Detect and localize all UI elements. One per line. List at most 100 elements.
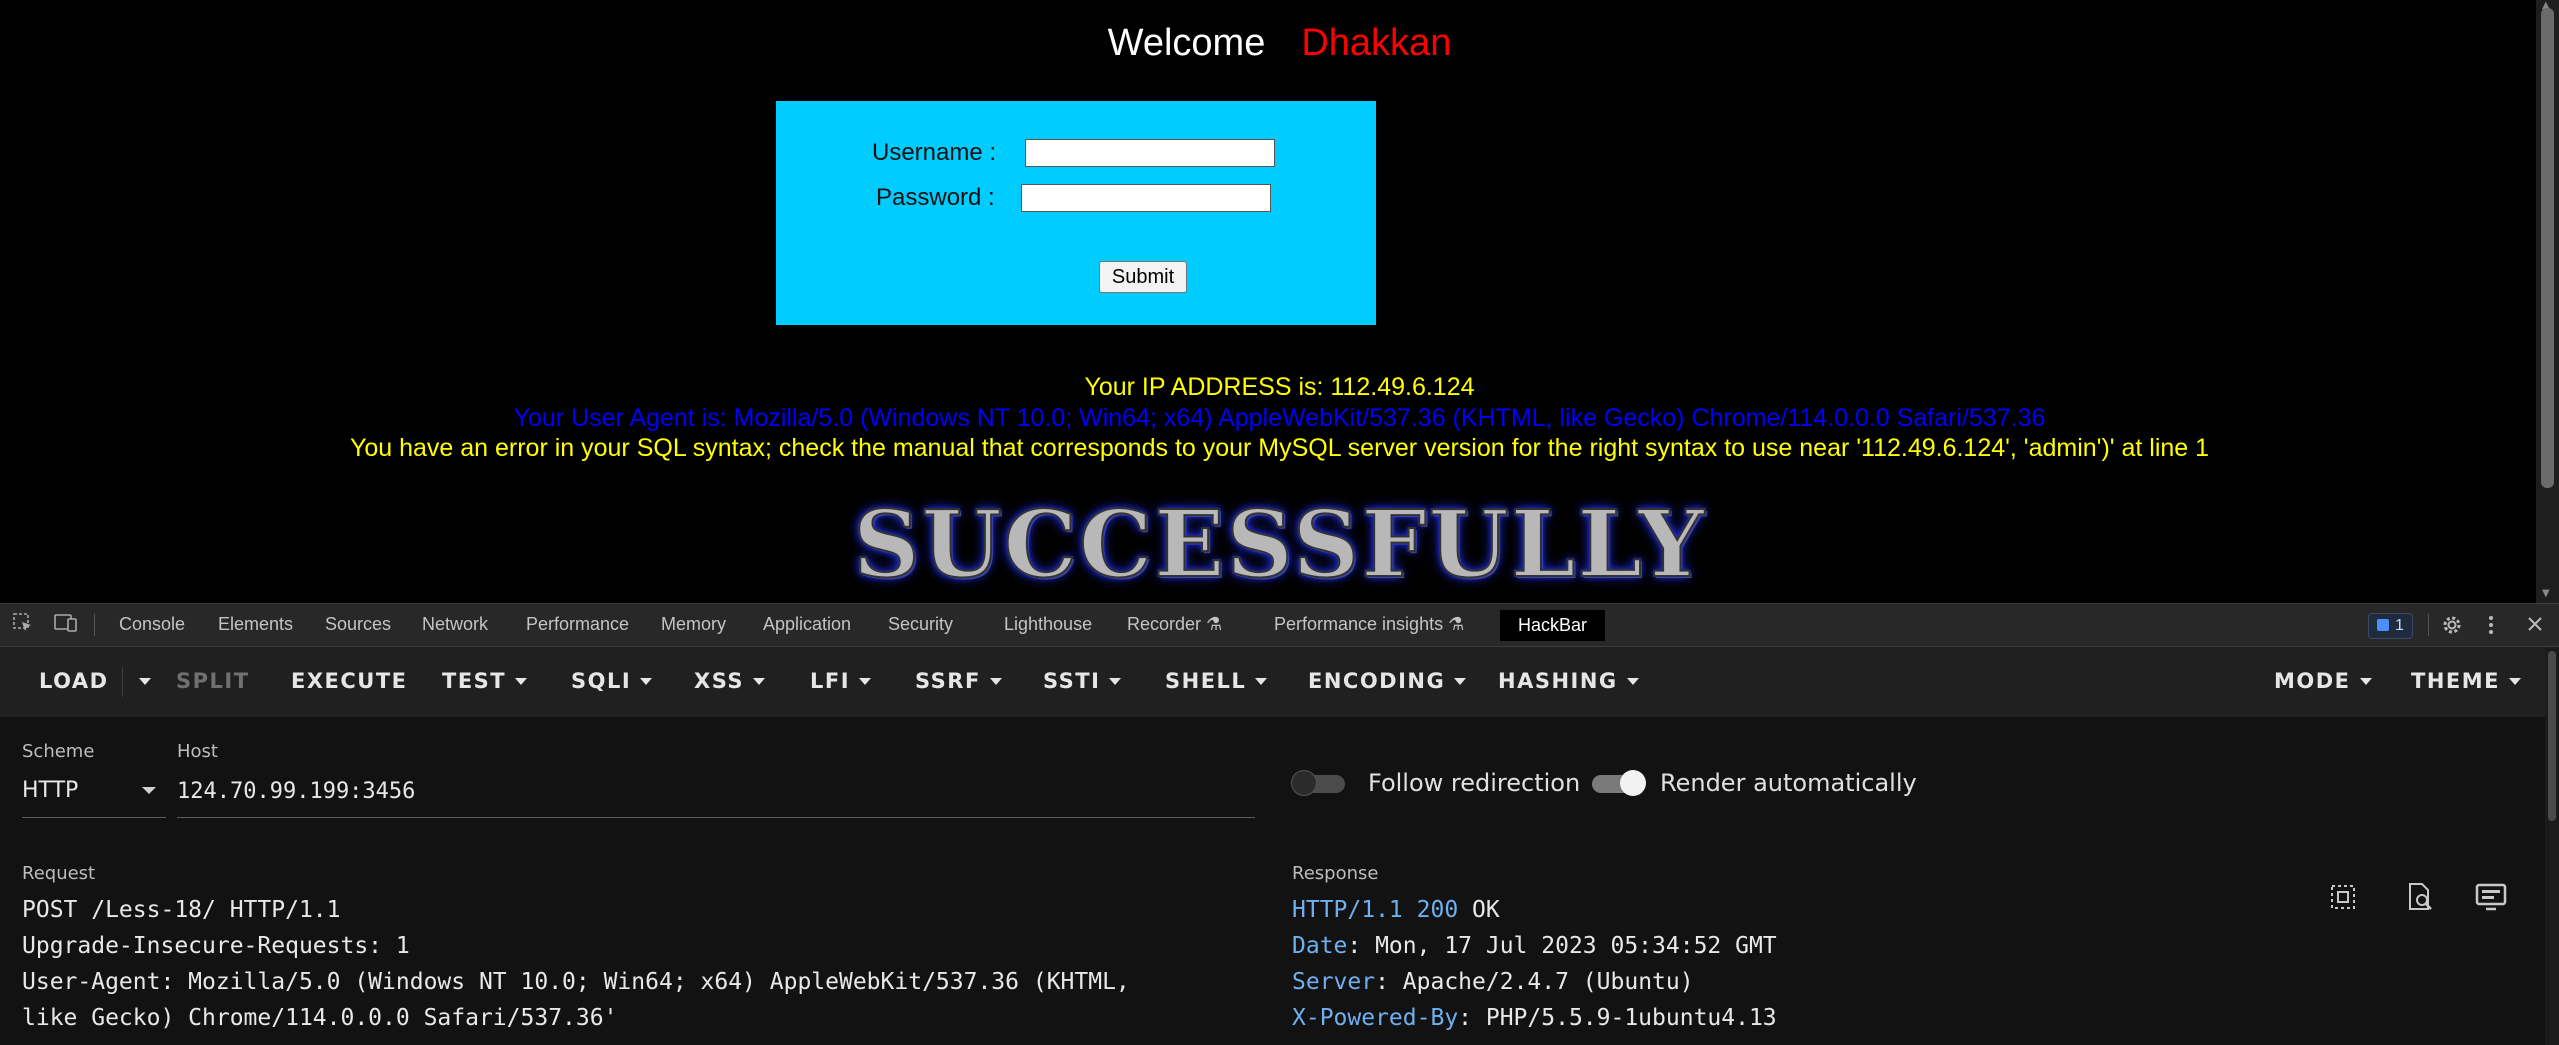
chevron-down-icon: [2509, 678, 2521, 685]
chevron-down-icon: [515, 678, 528, 685]
inspect-element-icon[interactable]: [12, 612, 34, 640]
login-form: Username : Password : Submit: [776, 101, 1376, 325]
response-status-text: OK: [1472, 897, 1500, 923]
header-key: Server: [1292, 969, 1376, 995]
header-value: : Mon, 17 Jul 2023 05:34:52 GMT: [1347, 933, 1777, 959]
tab-recorder[interactable]: Recorder ⚗: [1127, 614, 1222, 635]
load-button[interactable]: LOAD: [39, 669, 109, 693]
scroll-down-icon[interactable]: ▼: [2542, 588, 2550, 599]
response-status-line: HTTP/1.1 200 OK: [1292, 897, 1500, 923]
lfi-menu-label: LFI: [810, 669, 851, 693]
shell-menu[interactable]: SHELL: [1165, 669, 1268, 693]
username-greeting: Dhakkan: [1301, 22, 1452, 64]
tab-console[interactable]: Console: [119, 614, 185, 635]
issues-icon: [2377, 619, 2389, 631]
chevron-down-icon: [1454, 678, 1467, 685]
welcome-text: Welcome: [1107, 22, 1266, 64]
request-line: User-Agent: Mozilla/5.0 (Windows NT 10.0…: [22, 969, 1130, 995]
follow-redirection-toggle[interactable]: [1291, 770, 1349, 796]
find-in-response-icon[interactable]: [2404, 881, 2436, 917]
header-value: : Apache/2.4.7 (Ubuntu): [1375, 969, 1694, 995]
more-options-icon[interactable]: [2486, 613, 2496, 643]
render-automatically-toggle[interactable]: [1588, 770, 1646, 796]
hackbar-toolbar: LOAD SPLIT EXECUTE TEST SQLI XSS LFI SSR…: [0, 647, 2559, 717]
theme-menu[interactable]: THEME: [2411, 669, 2521, 693]
select-all-icon[interactable]: [2328, 882, 2358, 916]
test-menu[interactable]: TEST: [442, 669, 528, 693]
successfully-banner: SUCCESSFULLY: [852, 489, 1706, 599]
response-label: Response: [1292, 863, 1379, 884]
execute-button[interactable]: EXECUTE: [291, 669, 408, 693]
tab-security[interactable]: Security: [888, 614, 953, 635]
tab-lighthouse[interactable]: Lighthouse: [1004, 614, 1092, 635]
hashing-menu-label: HASHING: [1498, 669, 1618, 693]
sql-error-text: You have an error in your SQL syntax; ch…: [349, 434, 2210, 462]
response-header: X-Powered-By: PHP/5.5.9-1ubuntu4.13: [1292, 1005, 1777, 1031]
sqli-menu-label: SQLI: [571, 669, 632, 693]
page-scrollbar-thumb[interactable]: [2541, 8, 2554, 488]
ssti-menu[interactable]: SSTI: [1043, 669, 1122, 693]
split-button[interactable]: SPLIT: [176, 669, 250, 693]
issues-count: 1: [2395, 617, 2404, 634]
request-line: Upgrade-Insecure-Requests: 1: [22, 933, 410, 959]
username-input[interactable]: [1025, 139, 1275, 167]
encoding-menu-label: ENCODING: [1308, 669, 1446, 693]
ip-address-text: Your IP ADDRESS is: 112.49.6.124: [1084, 373, 1475, 401]
request-label: Request: [22, 863, 96, 884]
hackbar-scrollbar[interactable]: [2545, 647, 2559, 1045]
tab-performance-insights[interactable]: Performance insights ⚗: [1274, 614, 1464, 635]
load-dropdown-caret[interactable]: [130, 669, 151, 693]
password-input[interactable]: [1021, 184, 1271, 212]
tab-application[interactable]: Application: [763, 614, 851, 635]
page-scrollbar[interactable]: ▲ ▼: [2536, 0, 2559, 603]
tab-hackbar[interactable]: HackBar: [1500, 610, 1606, 641]
tab-network[interactable]: Network: [422, 614, 488, 635]
submit-button[interactable]: Submit: [1099, 261, 1187, 293]
hashing-menu[interactable]: HASHING: [1498, 669, 1639, 693]
response-header: Server: Apache/2.4.7 (Ubuntu): [1292, 969, 1694, 995]
scheme-select[interactable]: HTTP: [22, 778, 78, 803]
username-label: Username :: [872, 139, 997, 166]
tab-performance-insights-label: Performance insights: [1274, 614, 1444, 634]
tab-performance[interactable]: Performance: [526, 614, 629, 635]
chevron-down-icon: [1626, 678, 1639, 685]
header-value: : PHP/5.5.9-1ubuntu4.13: [1458, 1005, 1777, 1031]
mode-menu-label: MODE: [2274, 669, 2351, 693]
chevron-down-icon: [640, 678, 653, 685]
chevron-down-icon[interactable]: [142, 787, 156, 794]
xss-menu-label: XSS: [694, 669, 744, 693]
tab-sources[interactable]: Sources: [325, 614, 391, 635]
ssrf-menu[interactable]: SSRF: [915, 669, 1002, 693]
issues-badge[interactable]: 1: [2368, 613, 2413, 639]
header-key: Date: [1292, 933, 1348, 959]
request-line: POST /Less-18/ HTTP/1.1: [22, 897, 341, 923]
hackbar-panel: Scheme HTTP Host 124.70.99.199:3456 Foll…: [0, 717, 2559, 1045]
lfi-menu[interactable]: LFI: [810, 669, 872, 693]
chevron-down-icon: [2359, 678, 2372, 685]
chevron-down-icon: [753, 678, 765, 685]
header-key: X-Powered-By: [1292, 1005, 1459, 1031]
mode-menu[interactable]: MODE: [2274, 669, 2372, 693]
ssti-menu-label: SSTI: [1043, 669, 1101, 693]
tab-memory[interactable]: Memory: [661, 614, 726, 635]
xss-menu[interactable]: XSS: [694, 669, 765, 693]
sqli-menu[interactable]: SQLI: [571, 669, 653, 693]
theme-menu-label: THEME: [2411, 669, 2500, 693]
welcome-heading: Welcome Dhakkan: [0, 22, 2559, 65]
tab-elements[interactable]: Elements: [218, 614, 293, 635]
settings-gear-icon[interactable]: [2440, 613, 2464, 643]
tab-separator: [2428, 614, 2429, 636]
hackbar-scrollbar-thumb[interactable]: [2548, 651, 2556, 821]
tab-recorder-label: Recorder: [1127, 614, 1202, 634]
response-status-code: 200: [1416, 897, 1459, 923]
host-input[interactable]: 124.70.99.199:3456: [177, 779, 415, 804]
chevron-down-icon: [859, 678, 872, 685]
encoding-menu[interactable]: ENCODING: [1308, 669, 1467, 693]
close-devtools-icon[interactable]: [2524, 613, 2546, 641]
device-toolbar-icon[interactable]: [54, 612, 78, 640]
scheme-label: Scheme: [22, 741, 95, 762]
host-underline: [177, 817, 1255, 818]
shell-menu-label: SHELL: [1165, 669, 1247, 693]
scheme-underline: [22, 817, 166, 818]
render-preview-icon[interactable]: [2474, 881, 2508, 917]
